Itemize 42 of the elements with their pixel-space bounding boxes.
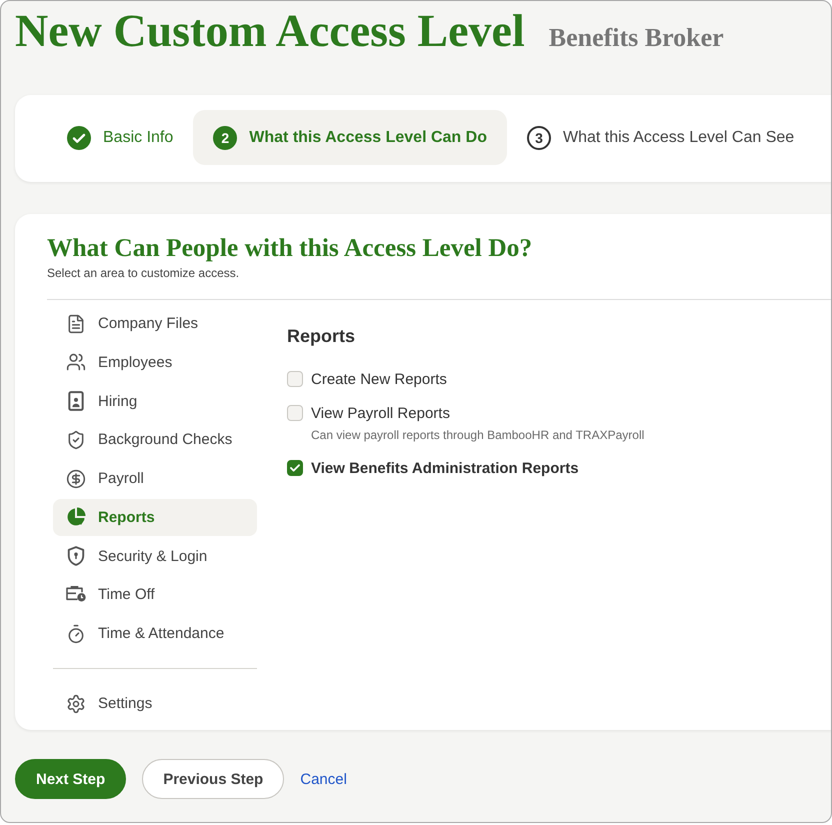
permission-label: View Benefits Administration Reports — [311, 460, 579, 476]
checkbox[interactable] — [287, 371, 303, 387]
check-icon — [290, 464, 300, 472]
sidebar-item[interactable]: Payroll — [53, 460, 257, 497]
pie-chart-icon — [66, 507, 86, 528]
permission-description: Can view payroll reports through BambooHR and TRAXPayroll — [311, 427, 644, 443]
checkbox[interactable] — [287, 405, 303, 421]
sidebar-item[interactable]: Time Off — [53, 576, 257, 614]
page-title: New Custom Access Level — [15, 4, 525, 58]
step-number: 2 — [213, 126, 238, 150]
check-circle-icon — [67, 126, 91, 150]
sidebar-item[interactable]: Hiring — [53, 382, 257, 420]
sidebar-item[interactable]: Time & Attendance — [53, 615, 257, 652]
briefcase-clock-icon — [66, 586, 86, 604]
permission-label: Create New Reports — [311, 370, 447, 388]
sidebar-item[interactable]: Security & Login — [53, 538, 257, 574]
stopwatch-icon — [66, 624, 86, 644]
step-number: 3 — [526, 126, 551, 150]
back-button[interactable]: Previous Step — [142, 759, 284, 799]
permission-label: View Payroll Reports — [311, 404, 450, 422]
step-tab[interactable]: 2 What this Access Level Can Do — [193, 110, 507, 165]
shield-keyhole-icon — [66, 546, 86, 566]
section-title: What Can People with this Access Level Do? — [47, 233, 534, 263]
document-icon — [66, 314, 86, 334]
sidebar-item[interactable]: Reports — [53, 498, 257, 536]
checkbox[interactable] — [287, 460, 303, 476]
sidebar-item[interactable]: Background Checks — [53, 421, 257, 458]
step-tab[interactable]: 3 What this Access Level Can See — [506, 110, 814, 165]
shield-check-icon — [66, 430, 86, 450]
id-badge-icon — [66, 391, 86, 411]
page-subtitle: Benefits Broker — [548, 23, 724, 53]
sidebar-item[interactable]: Settings — [53, 685, 257, 722]
people-icon — [66, 352, 86, 372]
panel-title: Reports — [287, 325, 356, 347]
sidebar-item[interactable]: Company Files — [53, 305, 257, 342]
section-subtitle: Select an area to customize access. — [47, 265, 240, 281]
dollar-circle-icon — [66, 468, 86, 488]
sidebar-item[interactable]: Employees — [53, 344, 257, 381]
next-button[interactable]: Next Step — [15, 759, 126, 799]
step-tab[interactable]: Basic Info — [47, 110, 194, 165]
cancel-link[interactable]: Cancel — [300, 770, 347, 788]
settings-icon — [66, 694, 86, 714]
